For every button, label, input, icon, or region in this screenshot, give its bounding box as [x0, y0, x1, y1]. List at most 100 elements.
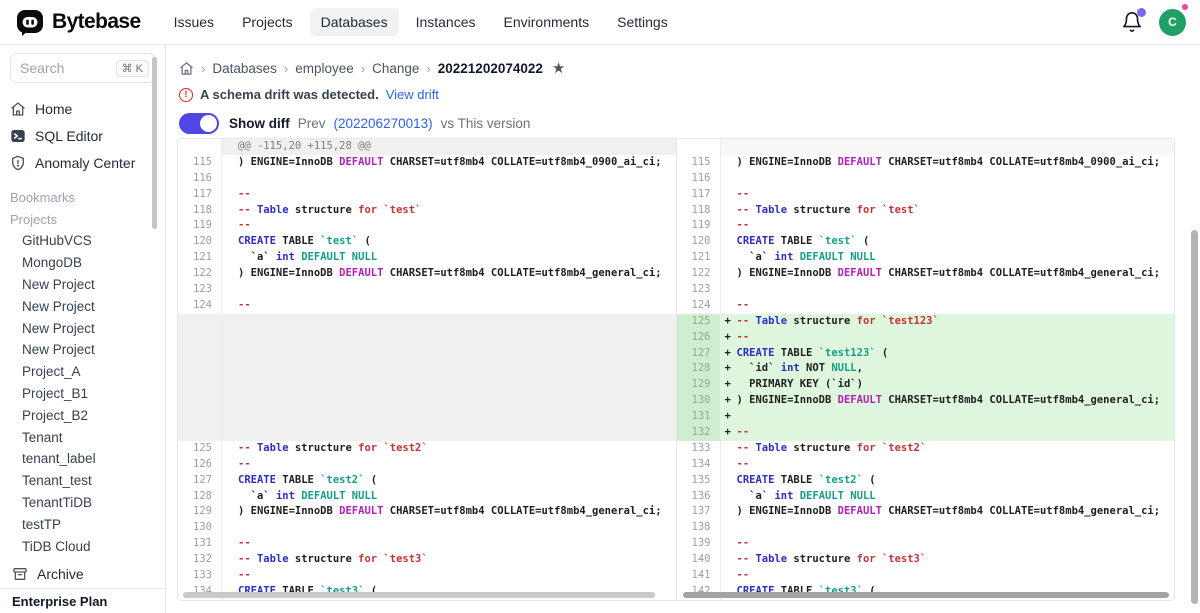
sidebar-project-item[interactable]: New Project: [0, 274, 165, 296]
diff-editor: @@ -115,20 +115,28 @@115) ENGINE=InnoDB …: [177, 138, 1175, 601]
diff-toggle-row: Show diff Prev (202206270013) vs This ve…: [166, 102, 1200, 134]
sidebar-project-item[interactable]: Tenant: [0, 426, 165, 448]
sidebar-item-anomaly-center[interactable]: Anomaly Center: [0, 149, 165, 176]
plan-badge: Enterprise Plan: [0, 588, 165, 613]
notifications-bell-icon[interactable]: [1121, 11, 1143, 33]
diff-context-row: 117--: [677, 187, 1175, 203]
sidebar-project-item[interactable]: tenant_label: [0, 448, 165, 470]
breadcrumb-databases[interactable]: Databases: [212, 61, 277, 76]
diff-context-row: 141--: [677, 568, 1175, 584]
home-icon: [10, 101, 26, 117]
sidebar-project-item[interactable]: Tenant_test: [0, 470, 165, 492]
top-nav-item-issues[interactable]: Issues: [163, 8, 225, 36]
diff-context-row: 133-- Table structure for `test2`: [677, 441, 1175, 457]
diff-context-row: 130: [178, 520, 676, 536]
diff-context-row: 139--: [677, 536, 1175, 552]
diff-context-row: 134--: [677, 457, 1175, 473]
sidebar-project-item[interactable]: New Project: [0, 295, 165, 317]
diff-right-horizontal-scrollbar[interactable]: [683, 592, 1169, 598]
sidebar-scrollbar[interactable]: [152, 57, 157, 229]
diff-context-row: 116: [677, 171, 1175, 187]
page-vertical-scrollbar[interactable]: [1191, 230, 1198, 604]
diff-context-row: 116: [178, 171, 676, 187]
bytebase-logo-icon: [16, 9, 44, 36]
sidebar-project-item[interactable]: testTP: [0, 513, 165, 535]
diff-context-row: 140-- Table structure for `test3`: [677, 552, 1175, 568]
sidebar-item-home[interactable]: Home: [0, 95, 165, 122]
sidebar-project-item[interactable]: New Project: [0, 339, 165, 361]
bookmark-star-icon[interactable]: ★: [552, 59, 565, 77]
breadcrumb-version: 20221202074022: [438, 61, 543, 76]
archive-icon: [12, 566, 28, 582]
sql-editor-icon: [10, 128, 26, 144]
diff-context-row: 119--: [677, 218, 1175, 234]
sidebar-project-item[interactable]: Project_B1: [0, 383, 165, 405]
brand[interactable]: Bytebase: [16, 9, 141, 36]
diff-pane-current[interactable]: 115) ENGINE=InnoDB DEFAULT CHARSET=utf8m…: [676, 139, 1175, 600]
breadcrumb-home-icon[interactable]: [179, 61, 194, 76]
diff-filler-row: [178, 377, 676, 393]
diff-context-row: 131--: [178, 536, 676, 552]
diff-filler-row: [178, 361, 676, 377]
diff-context-row: 126--: [178, 457, 676, 473]
sidebar-project-item[interactable]: Project_A: [0, 361, 165, 383]
breadcrumb-employee[interactable]: employee: [295, 61, 354, 76]
diff-context-row: 136 `a` int DEFAULT NULL: [677, 489, 1175, 505]
alert-icon: !: [179, 88, 193, 102]
top-bar: Bytebase IssuesProjectsDatabasesInstance…: [0, 0, 1200, 45]
user-avatar[interactable]: C: [1159, 9, 1186, 36]
show-diff-toggle[interactable]: [179, 113, 219, 134]
diff-left-horizontal-scrollbar[interactable]: [183, 592, 655, 598]
diff-filler-row: [178, 314, 676, 330]
top-nav-item-instances[interactable]: Instances: [405, 8, 487, 36]
sidebar-project-item[interactable]: Project_B2: [0, 404, 165, 426]
diff-added-row: 125+-- Table structure for `test123`: [677, 314, 1175, 330]
diff-context-row: 117--: [178, 187, 676, 203]
diff-added-row: 132+--: [677, 425, 1175, 441]
search-input[interactable]: [20, 60, 116, 76]
diff-right-rows: 115) ENGINE=InnoDB DEFAULT CHARSET=utf8m…: [677, 139, 1175, 600]
diff-context-row: 135CREATE TABLE `test2` (: [677, 473, 1175, 489]
notification-dot: [1137, 8, 1146, 17]
breadcrumb-change[interactable]: Change: [372, 61, 419, 76]
diff-left-rows: @@ -115,20 +115,28 @@115) ENGINE=InnoDB …: [178, 139, 676, 600]
diff-filler-row: [178, 425, 676, 441]
diff-context-row: 125-- Table structure for `test2`: [178, 441, 676, 457]
diff-context-row: 120CREATE TABLE `test` (: [178, 234, 676, 250]
top-nav-item-databases[interactable]: Databases: [310, 8, 399, 36]
diff-context-row: 124--: [178, 298, 676, 314]
sidebar-item-sql-editor[interactable]: SQL Editor: [0, 122, 165, 149]
diff-context-row: 121 `a` int DEFAULT NULL: [178, 250, 676, 266]
sidebar: ⌘ K Home SQL E: [0, 45, 166, 613]
sidebar-project-item[interactable]: GitHubVCS: [0, 230, 165, 252]
sidebar-project-item[interactable]: TenantTiDB: [0, 492, 165, 514]
sidebar-project-item[interactable]: MongoDB: [0, 252, 165, 274]
diff-added-row: 129+ PRIMARY KEY (`id`): [677, 377, 1175, 393]
view-drift-link[interactable]: View drift: [386, 87, 439, 102]
breadcrumb: › Databases › employee › Change › 202212…: [166, 45, 1200, 77]
diff-context-row: 123: [677, 282, 1175, 298]
diff-context-row: 132-- Table structure for `test3`: [178, 552, 676, 568]
diff-context-row: 115) ENGINE=InnoDB DEFAULT CHARSET=utf8m…: [178, 155, 676, 171]
diff-context-row: 133--: [178, 568, 676, 584]
diff-context-row: 119--: [178, 218, 676, 234]
sidebar-project-item[interactable]: TiDB Cloud: [0, 535, 165, 557]
diff-context-row: 128 `a` int DEFAULT NULL: [178, 489, 676, 505]
sidebar-section-projects: Projects: [0, 208, 165, 230]
search-box[interactable]: ⌘ K: [10, 53, 155, 83]
sidebar-item-archive[interactable]: Archive: [0, 560, 165, 588]
diff-pane-previous[interactable]: @@ -115,20 +115,28 @@115) ENGINE=InnoDB …: [178, 139, 676, 600]
top-nav-item-settings[interactable]: Settings: [606, 8, 679, 36]
anomaly-center-icon: [10, 155, 26, 171]
top-nav-item-projects[interactable]: Projects: [231, 8, 304, 36]
diff-added-row: 131+: [677, 409, 1175, 425]
diff-filler-row: [178, 330, 676, 346]
diff-context-row: 122) ENGINE=InnoDB DEFAULT CHARSET=utf8m…: [677, 266, 1175, 282]
diff-context-row: 124--: [677, 298, 1175, 314]
sidebar-project-item[interactable]: New Project: [0, 317, 165, 339]
top-nav-item-environments[interactable]: Environments: [493, 8, 601, 36]
prev-version-link[interactable]: (202206270013): [334, 116, 433, 131]
diff-context-row: 121 `a` int DEFAULT NULL: [677, 250, 1175, 266]
diff-context-row: 129) ENGINE=InnoDB DEFAULT CHARSET=utf8m…: [178, 504, 676, 520]
search-shortcut-badge: ⌘ K: [116, 60, 149, 77]
